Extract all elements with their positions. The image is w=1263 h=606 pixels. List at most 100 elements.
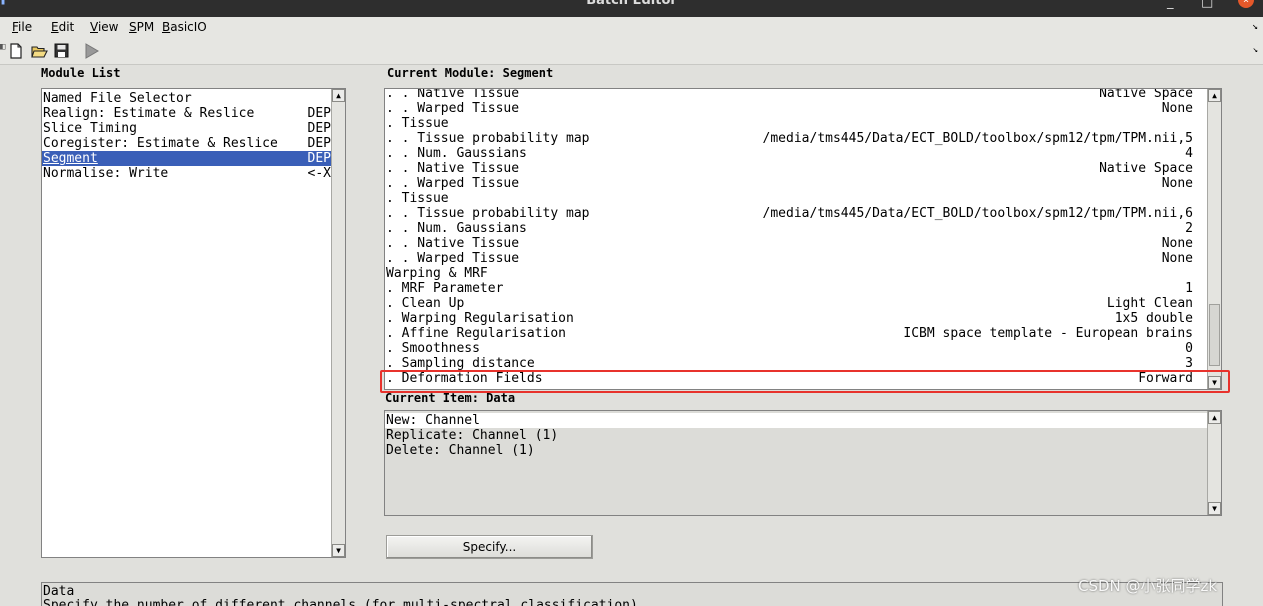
module-setting-row[interactable]: . Smoothness 0	[385, 341, 1193, 356]
module-name: Segment	[43, 151, 98, 166]
setting-name: . . Num. Gaussians	[386, 146, 527, 161]
vertical-scrollbar[interactable]: ▲ ▼	[331, 89, 345, 557]
current-item-panel[interactable]: New: Channel Replicate: Channel (1) Delete…	[384, 410, 1222, 516]
setting-name: . . Native Tissue	[386, 161, 520, 176]
scroll-down-icon[interactable]: ▼	[332, 544, 345, 557]
menu-mnemonic: B	[162, 20, 171, 34]
module-setting-row[interactable]: . MRF Parameter 1	[385, 281, 1193, 296]
setting-name: . Clean Up	[386, 296, 465, 311]
module-setting-row[interactable]: . . Native Tissue Native Space	[385, 161, 1193, 176]
setting-value: None	[1161, 176, 1193, 191]
setting-name: . Sampling distance	[386, 356, 535, 371]
module-list[interactable]: Named File Selector Realign: Estimate & R…	[41, 88, 346, 558]
module-setting-row[interactable]: Warping & MRF	[385, 266, 1193, 281]
menu-edit[interactable]: Edit	[51, 20, 74, 34]
setting-name: . . Warped Tissue	[386, 176, 520, 191]
menubar-overflow-icon[interactable]: ↘	[1252, 21, 1258, 32]
current-module-panel[interactable]: . . Native Tissue Native Space. . Warped …	[384, 88, 1222, 390]
vertical-scrollbar[interactable]: ▲ ▼	[1207, 89, 1221, 389]
menu-basicio[interactable]: BasicIO	[162, 20, 207, 34]
menubar: File Edit View SPM BasicIO ↘	[0, 17, 1263, 37]
setting-name: . . Tissue probability map	[386, 131, 590, 146]
toolbar: ↘	[0, 37, 1263, 65]
module-setting-row[interactable]: . . Num. Gaussians 2	[385, 221, 1193, 236]
window-left-edge-icon: ◧	[0, 42, 6, 52]
menu-label-rest: PM	[136, 20, 155, 34]
setting-value: /media/tms445/Data/ECT_BOLD/toolbox/spm1…	[762, 206, 1193, 221]
setting-name: . Smoothness	[386, 341, 480, 356]
scroll-up-icon[interactable]: ▲	[1208, 89, 1221, 102]
setting-name: . Tissue	[386, 191, 449, 206]
module-setting-row[interactable]: . . Native Tissue None	[385, 236, 1193, 251]
item-option[interactable]: Delete: Channel (1)	[385, 443, 1207, 458]
window-title: Batch Editor	[586, 0, 677, 8]
module-setting-row[interactable]: . Tissue	[385, 116, 1193, 131]
setting-name: . . Native Tissue	[386, 236, 520, 251]
module-list-item[interactable]: Segment DEP	[42, 151, 331, 166]
module-setting-row[interactable]: . Tissue	[385, 191, 1193, 206]
minimize-button[interactable]: _	[1167, 0, 1174, 10]
module-status: DEP	[307, 136, 331, 151]
setting-name: . . Native Tissue	[386, 88, 520, 101]
module-name: Normalise: Write	[43, 166, 169, 181]
module-setting-row[interactable]: . . Native Tissue Native Space	[385, 88, 1193, 101]
setting-name: . . Warped Tissue	[386, 101, 520, 116]
setting-value: 4	[1185, 146, 1193, 161]
setting-name: . . Num. Gaussians	[386, 221, 527, 236]
module-setting-row[interactable]: . . Tissue probability map/media/tms445/…	[385, 131, 1193, 146]
specify-button[interactable]: Specify...	[386, 535, 593, 559]
module-list-item[interactable]: Realign: Estimate & Reslice DEP	[42, 106, 331, 121]
module-list-item[interactable]: Slice Timing DEP	[42, 121, 331, 136]
scroll-down-icon[interactable]: ▼	[1208, 502, 1221, 515]
setting-name: . Warping Regularisation	[386, 311, 574, 326]
module-setting-row[interactable]: . . Warped Tissue None	[385, 176, 1193, 191]
module-setting-row[interactable]: . Warping Regularisation 1x5 double	[385, 311, 1193, 326]
setting-value: 3	[1185, 356, 1193, 371]
scroll-up-icon[interactable]: ▲	[1208, 411, 1221, 424]
module-setting-row[interactable]: . . Warped Tissue None	[385, 101, 1193, 116]
module-setting-row[interactable]: . . Warped Tissue None	[385, 251, 1193, 266]
module-name: Realign: Estimate & Reslice	[43, 106, 255, 121]
module-setting-row[interactable]: . Sampling distance 3	[385, 356, 1193, 371]
setting-value: None	[1161, 236, 1193, 251]
window-titlebar: ▮ Batch Editor _ □ ×	[0, 0, 1263, 17]
setting-value: 0	[1185, 341, 1193, 356]
scrollbar-thumb[interactable]	[1209, 304, 1220, 366]
toolbar-overflow-icon[interactable]: ↘	[1253, 45, 1258, 55]
module-setting-row[interactable]: . . Tissue probability map/media/tms445/…	[385, 206, 1193, 221]
menu-label-rest: ile	[18, 20, 33, 34]
save-icon[interactable]	[54, 43, 71, 60]
module-setting-row[interactable]: . . Num. Gaussians 4	[385, 146, 1193, 161]
new-file-icon[interactable]	[9, 43, 26, 60]
run-icon[interactable]	[84, 43, 101, 60]
module-list-item[interactable]: Normalise: Write <-X	[42, 166, 331, 181]
setting-value: None	[1161, 101, 1193, 116]
annotation-highlight-box	[380, 370, 1230, 393]
menu-label-rest: asicIO	[170, 20, 207, 34]
open-folder-icon[interactable]	[31, 43, 48, 60]
menu-label-rest: dit	[58, 20, 75, 34]
module-list-item[interactable]: Coregister: Estimate & Reslice DEP	[42, 136, 331, 151]
module-status: DEP	[307, 106, 331, 121]
vertical-scrollbar[interactable]: ▲ ▼	[1207, 411, 1221, 515]
setting-name: . . Warped Tissue	[386, 251, 520, 266]
module-setting-row[interactable]: . Clean Up Light Clean	[385, 296, 1193, 311]
item-option[interactable]: New: Channel	[385, 413, 1207, 428]
menu-view[interactable]: View	[90, 20, 118, 34]
scroll-up-icon[interactable]: ▲	[332, 89, 345, 102]
item-option[interactable]: Replicate: Channel (1)	[385, 428, 1207, 443]
module-status: DEP	[307, 121, 331, 136]
menu-spm[interactable]: SPM	[129, 20, 154, 34]
help-panel: Data Specify the number of different cha…	[41, 582, 1223, 606]
setting-name: . Tissue	[386, 116, 449, 131]
maximize-button[interactable]: □	[1201, 0, 1213, 10]
module-list-item[interactable]: Named File Selector	[42, 91, 331, 106]
menu-file[interactable]: File	[12, 20, 32, 34]
setting-value: Light Clean	[1106, 296, 1193, 311]
item-option-label: New: Channel	[386, 413, 480, 428]
setting-name: . . Tissue probability map	[386, 206, 590, 221]
setting-value: None	[1161, 251, 1193, 266]
setting-value: Native Space	[1099, 161, 1193, 176]
module-setting-row[interactable]: . Affine Regularisation ICBM space templa…	[385, 326, 1193, 341]
setting-value: /media/tms445/Data/ECT_BOLD/toolbox/spm1…	[762, 131, 1193, 146]
